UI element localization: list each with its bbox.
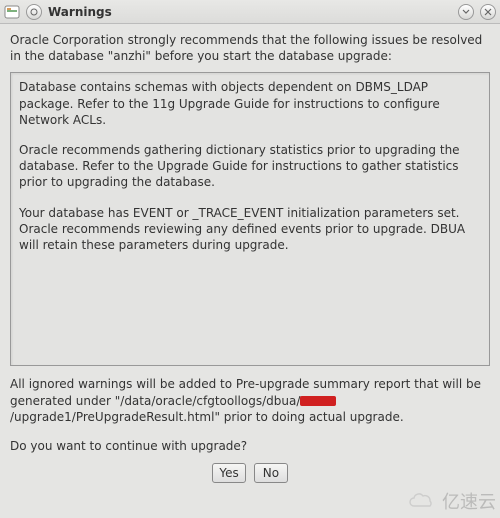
no-button[interactable]: No xyxy=(254,463,288,483)
footer-suffix: /upgrade1/PreUpgradeResult.html" prior t… xyxy=(10,410,404,424)
warning-paragraph: Your database has EVENT or _TRACE_EVENT … xyxy=(19,205,481,254)
footer-prefix: All ignored warnings will be added to Pr… xyxy=(10,377,481,407)
warning-textbox[interactable]: Database contains schemas with objects d… xyxy=(10,72,490,366)
warning-paragraph: Oracle recommends gathering dictionary s… xyxy=(19,142,481,191)
redacted-segment xyxy=(300,396,336,406)
minimize-icon[interactable] xyxy=(458,4,474,20)
cloud-icon xyxy=(406,491,436,511)
button-row: Yes No xyxy=(10,463,490,483)
watermark: 亿速云 xyxy=(406,488,496,514)
yes-button[interactable]: Yes xyxy=(212,463,246,483)
intro-text: Oracle Corporation strongly recommends t… xyxy=(10,32,490,64)
window-title: Warnings xyxy=(46,5,452,19)
continue-question: Do you want to continue with upgrade? xyxy=(10,439,490,453)
close-icon[interactable] xyxy=(480,4,496,20)
footer-text: All ignored warnings will be added to Pr… xyxy=(10,376,490,425)
warning-paragraph: Database contains schemas with objects d… xyxy=(19,79,481,128)
window-menu-icon[interactable] xyxy=(26,4,42,20)
watermark-text: 亿速云 xyxy=(442,488,496,514)
dialog-content: Oracle Corporation strongly recommends t… xyxy=(0,24,500,489)
app-icon xyxy=(4,4,20,20)
titlebar: Warnings xyxy=(0,0,500,24)
